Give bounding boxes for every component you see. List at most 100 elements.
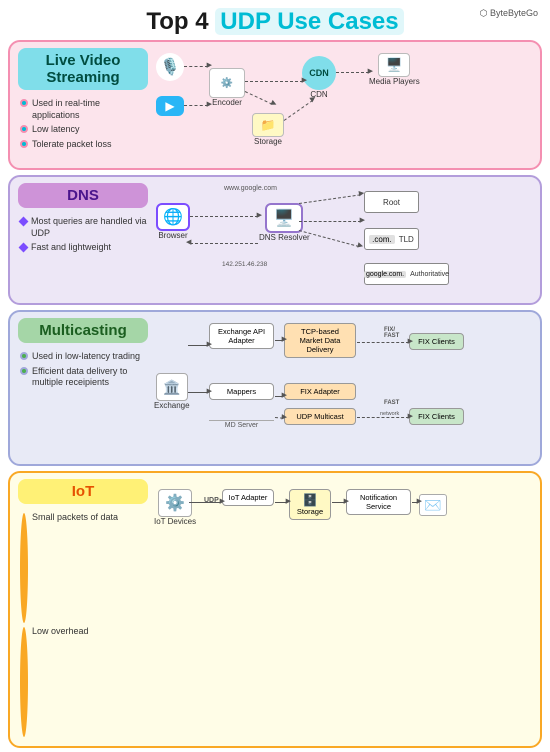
arrow-storage-cdn: ▶ <box>284 100 313 121</box>
arrow-devices-adapter: ▶ <box>189 502 221 503</box>
sec2-left: DNS Most queries are handled via UDP Fas… <box>18 183 148 297</box>
arrow-notification-email: ▶ <box>412 502 418 503</box>
sec1-diagram-canvas: 🎙️ ▶ ⚙️ Encoder 📁 Storage CDN <box>154 48 532 162</box>
sec3-diagram-canvas: 🏛️ Exchange Exchange API Adapter Mappers… <box>154 318 532 458</box>
arrow-encoder-storage: ▶ <box>245 91 273 105</box>
fix-clients1-box: FIX Clients <box>409 333 464 350</box>
video-camera-icon: ▶ <box>156 96 184 116</box>
browser-icon: 🌐 Browser <box>156 203 190 240</box>
iot-storage-box: 🗄️ Storage <box>289 489 331 520</box>
udp-multicast-label: UDP Multicast <box>296 412 343 421</box>
fix-clients1-label: FIX Clients <box>418 337 455 346</box>
bullet-icon <box>19 243 29 253</box>
bullet-icon <box>20 352 28 360</box>
udp-highlight: UDP Use Cases <box>215 8 403 35</box>
mappers-box: Mappers <box>209 383 274 400</box>
arrow-encoder-cdn: ▶ <box>245 81 303 82</box>
cdn-icon: CDN CDN <box>302 56 336 99</box>
sec1-left: Live Video Streaming Used in real-time a… <box>18 48 148 162</box>
udp-multicast-box: UDP Multicast <box>284 408 356 425</box>
sec2-title: DNS <box>18 183 148 208</box>
ip-label: 142.251.46.238 <box>222 261 267 268</box>
mappers-label: Mappers <box>227 387 256 396</box>
iot-adapter-box: IoT Adapter <box>222 489 274 506</box>
sec3-left: Multicasting Used in low-latency trading… <box>18 318 148 458</box>
bullet-item: Used in real-time applications <box>20 98 148 121</box>
sec3-title: Multicasting <box>18 318 148 343</box>
storage-icon: 📁 Storage <box>252 113 284 146</box>
exchange-label: Exchange <box>154 401 190 410</box>
tcp-label: TCP-based Market Data Delivery <box>300 327 341 354</box>
section-multicasting: Multicasting Used in low-latency trading… <box>8 310 542 466</box>
notification-service-box: Notification Service <box>346 489 411 515</box>
api-adapter-label: Exchange API Adapter <box>218 327 265 345</box>
arrow-mappers-udp: ▶ <box>275 417 283 419</box>
encoder-label: Encoder <box>212 98 242 107</box>
microphone-icon: 🎙️ <box>156 53 184 81</box>
dns-resolver-icon: 🖥️ DNS Resolver <box>259 203 310 242</box>
bullet-icon <box>20 125 28 133</box>
bullet-item: Used in low-latency trading <box>20 351 148 363</box>
sec4-diagram: ⚙️ IoT Devices UDP IoT Adapter 🗄️ Storag… <box>154 479 532 740</box>
sec3-diagram: 🏛️ Exchange Exchange API Adapter Mappers… <box>154 318 532 458</box>
notification-service-label: Notification Service <box>360 493 397 511</box>
arrow-mappers-fix: ▶ <box>275 396 283 397</box>
auth-label-box: google.com. Authoritative <box>364 263 449 285</box>
arrow-exch-mappers: ▶ <box>188 392 208 393</box>
sec2-bullets: Most queries are handled via UDP Fast an… <box>18 216 148 257</box>
arrow-play-encoder: ▶ <box>184 105 208 106</box>
section-dns: DNS Most queries are handled via UDP Fas… <box>8 175 542 305</box>
tld-label-box: .com. TLD <box>364 228 419 250</box>
arrow-resolver-root: ▶ <box>299 194 361 204</box>
section-iot: IoT Small packets of data Low overhead ⚙… <box>8 471 542 748</box>
sec4-title: IoT <box>18 479 148 504</box>
url-label: www.google.com <box>224 185 277 192</box>
exchange-icon: 🏛️ Exchange <box>154 373 190 410</box>
arrow-adapter-storage: ▶ <box>275 502 287 503</box>
media-players-icon: 🖥️ Media Players <box>369 53 420 86</box>
sec4-bullets: Small packets of data Low overhead <box>18 512 148 740</box>
media-players-label: Media Players <box>369 77 420 86</box>
page-header: Top 4 UDP Use Cases ⬡ ByteByteGo <box>0 0 550 38</box>
iot-devices-label: IoT Devices <box>154 517 196 526</box>
sec1-diagram: 🎙️ ▶ ⚙️ Encoder 📁 Storage CDN <box>154 48 532 162</box>
sections-container: Live Video Streaming Used in real-time a… <box>0 38 550 752</box>
sec3-bullets: Used in low-latency trading Efficient da… <box>18 351 148 392</box>
sec2-diagram: www.google.com 🌐 Browser 142.251.46.238 … <box>154 183 532 297</box>
storage-label: Storage <box>254 137 282 146</box>
dns-resolver-label: DNS Resolver <box>259 233 310 242</box>
sec4-left: IoT Small packets of data Low overhead <box>18 479 148 740</box>
bullet-item: Efficient data delivery to multiple rece… <box>20 366 148 389</box>
bullet-icon <box>20 627 28 737</box>
bullet-item: Low overhead <box>20 626 148 737</box>
arrow-mic-encoder: ▶ <box>184 66 208 67</box>
arrow-storage-notification: ▶ <box>332 502 345 503</box>
arrow-browser-resolver: ▶ <box>190 216 258 217</box>
fix-adapter-box: FIX Adapter <box>284 383 356 400</box>
bullet-icon <box>20 367 28 375</box>
fix-clients2-box: FIX Clients <box>409 408 464 425</box>
fix-adapter-label: FIX Adapter <box>300 387 340 396</box>
email-icon: ✉️ <box>419 494 447 516</box>
bullet-item: Most queries are handled via UDP <box>20 216 148 239</box>
arrow-resolver-browser: ◀ <box>190 243 258 244</box>
sec1-bullets: Used in real-time applications Low laten… <box>18 98 148 154</box>
bullet-icon <box>19 217 29 227</box>
arrow-api-tcp: ▶ <box>275 340 283 341</box>
fast-label2: FAST <box>384 400 399 406</box>
iot-adapter-label: IoT Adapter <box>229 493 268 502</box>
arrow-udp-fixcl2: ▶ <box>357 417 409 418</box>
bullet-icon <box>20 140 28 148</box>
md-server-label: MD Server <box>209 420 274 429</box>
bullet-icon <box>20 513 28 623</box>
tcp-box: TCP-based Market Data Delivery <box>284 323 356 358</box>
section-video-streaming: Live Video Streaming Used in real-time a… <box>8 40 542 170</box>
brand-logo: ⬡ ByteByteGo <box>480 8 538 19</box>
arrow-tcp-fixcl1: ▶ <box>357 342 409 343</box>
arrow-cdn-media: ▶ <box>336 72 369 73</box>
fix-fast-label1: FIX/FAST <box>384 327 399 339</box>
browser-label: Browser <box>158 231 187 240</box>
fix-clients2-label: FIX Clients <box>418 412 455 421</box>
api-adapter-box: Exchange API Adapter <box>209 323 274 349</box>
bullet-item: Tolerate packet loss <box>20 139 148 151</box>
